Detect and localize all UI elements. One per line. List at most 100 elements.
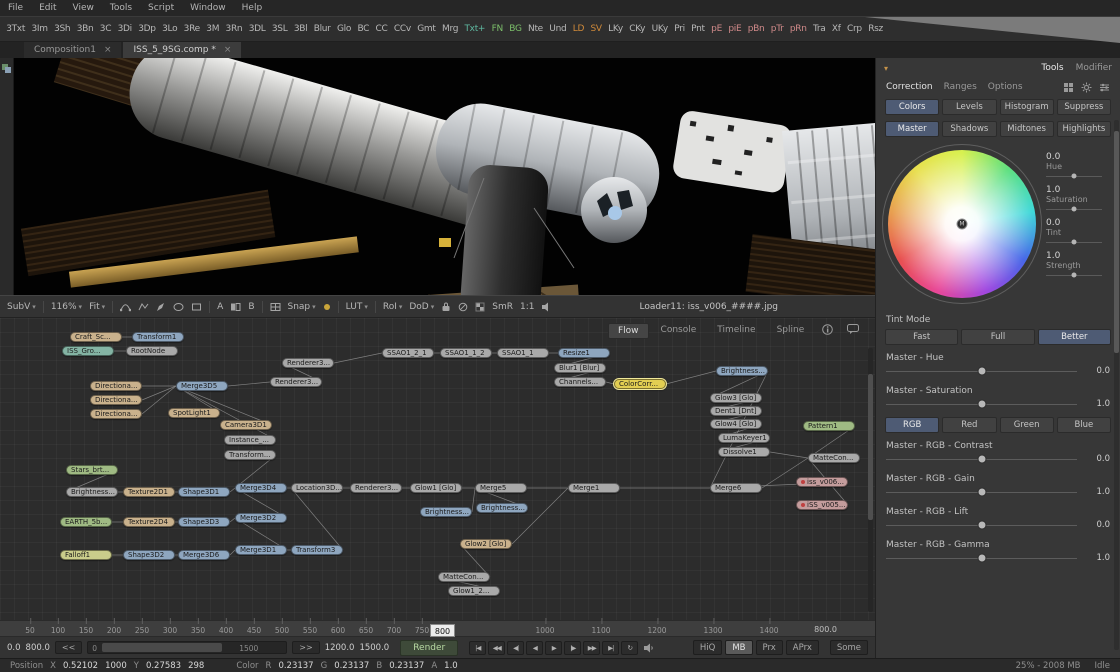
options-icon[interactable]	[1099, 82, 1110, 93]
tool-button-pie[interactable]: piE	[725, 22, 744, 36]
zoom-dropdown[interactable]: 116%▾	[51, 302, 82, 312]
flow-node[interactable]: Texture2D1	[123, 487, 175, 497]
tool-button-cky[interactable]: CKy	[626, 22, 648, 36]
tool-button-3dl[interactable]: 3DL	[246, 22, 269, 36]
flow-node[interactable]: Renderer3...	[270, 377, 322, 387]
menu-view[interactable]: View	[73, 3, 94, 13]
tool-button-mrg[interactable]: Mrg	[439, 22, 462, 36]
wheel-marker[interactable]: M	[957, 219, 968, 230]
flow-node[interactable]: MatteCon...	[808, 453, 860, 463]
menu-edit[interactable]: Edit	[39, 3, 56, 13]
flow-node[interactable]: Directiona...	[90, 409, 142, 419]
toggle-mb[interactable]: MB	[725, 640, 752, 655]
flow-node[interactable]: ColorCorr...	[614, 379, 666, 389]
smr-button[interactable]: SmR	[492, 302, 513, 312]
flow-node[interactable]: SSAO1_2_1	[382, 348, 434, 358]
mode-button-suppress[interactable]: Suppress	[1057, 99, 1111, 115]
tool-button-sv[interactable]: SV	[587, 22, 605, 36]
toggle-aprx[interactable]: APrx	[786, 640, 819, 655]
flow-node[interactable]: Glow1 [Glo]	[410, 483, 462, 493]
tool-button-ld[interactable]: LD	[570, 22, 588, 36]
render-button[interactable]: Render	[400, 640, 458, 656]
flow-node[interactable]: iss_v006...	[796, 477, 848, 487]
flow-node[interactable]: Dent1 [Dnt]	[710, 406, 762, 416]
lock-icon[interactable]	[441, 301, 451, 312]
tool-button-prn[interactable]: pRn	[787, 22, 810, 36]
slider-track[interactable]	[886, 453, 1077, 464]
tool-button-3txt[interactable]: 3Txt	[3, 22, 28, 36]
flow-node[interactable]: Location3D...	[291, 483, 343, 493]
flow-node[interactable]: SpotLight1	[168, 408, 220, 418]
tool-button-ccv[interactable]: CCv	[391, 22, 414, 36]
flow-node[interactable]: Brightness...	[716, 366, 768, 376]
tool-button-und[interactable]: Und	[546, 22, 569, 36]
flow-node[interactable]: Merge1	[568, 483, 620, 493]
fit-dropdown[interactable]: Fit▾	[89, 302, 105, 312]
tool-button-3im[interactable]: 3Im	[28, 22, 51, 36]
flow-node[interactable]: Brightness...	[420, 507, 472, 517]
flow-node[interactable]: Instance_...	[224, 435, 276, 445]
tool-button-pri[interactable]: Pri	[671, 22, 688, 36]
flow-node[interactable]: Merge3D5	[176, 381, 228, 391]
mini-slider[interactable]	[1046, 172, 1102, 179]
flow-tab-console[interactable]: Console	[652, 323, 706, 339]
flow-node[interactable]: Glow2 [Glo]	[460, 539, 512, 549]
range-button-highlights[interactable]: Highlights	[1057, 121, 1111, 137]
flow-node[interactable]: ISS_Gro...	[62, 346, 114, 356]
play-forward-button[interactable]: ▶	[545, 641, 562, 655]
slider-track[interactable]	[886, 398, 1077, 409]
flow-node[interactable]: Renderer3...	[350, 483, 402, 493]
flow-node[interactable]: Glow3 [Glo]	[710, 393, 762, 403]
tool-button-3di[interactable]: 3Di	[114, 22, 135, 36]
tool-button-3bl[interactable]: 3Bl	[291, 22, 311, 36]
tool-button-3rn[interactable]: 3Rn	[222, 22, 245, 36]
split-view-icon[interactable]	[230, 302, 241, 312]
fast-forward-button[interactable]: ▶▶	[583, 641, 600, 655]
quad-view-icon[interactable]	[270, 302, 281, 312]
close-icon[interactable]: ×	[104, 45, 112, 55]
tool-button-3dp[interactable]: 3Dp	[135, 22, 159, 36]
flow-node[interactable]: Shape3D2	[123, 550, 175, 560]
tool-button-pbn[interactable]: pBn	[745, 22, 768, 36]
flow-node[interactable]: Channels...	[554, 377, 606, 387]
range-button-midtones[interactable]: Midtones	[1000, 121, 1054, 137]
mini-slider[interactable]	[1046, 205, 1102, 212]
menu-script[interactable]: Script	[148, 3, 174, 13]
section-tab-options[interactable]: Options	[988, 82, 1023, 92]
disable-icon[interactable]	[458, 302, 468, 312]
audio-icon[interactable]	[541, 302, 553, 312]
fast-rewind-button[interactable]: ◀◀	[488, 641, 505, 655]
flow-node[interactable]: MatteCon...	[438, 572, 490, 582]
loop-button[interactable]: ↻	[621, 641, 638, 655]
range-button-shadows[interactable]: Shadows	[942, 121, 996, 137]
step-forward-button[interactable]: |▶	[564, 641, 581, 655]
flow-node[interactable]: Texture2D4	[123, 517, 175, 527]
channel-button-green[interactable]: Green	[1000, 417, 1054, 433]
flow-node[interactable]: Transform1	[132, 332, 184, 342]
section-tab-ranges[interactable]: Ranges	[944, 82, 977, 92]
collapse-chevron-icon[interactable]: ▾	[884, 64, 888, 73]
flow-node[interactable]: Merge3D2	[235, 513, 287, 523]
tool-button-bc[interactable]: BC	[354, 22, 372, 36]
tool-button-3lo[interactable]: 3Lo	[159, 22, 181, 36]
flow-node[interactable]: SSAO1_1	[497, 348, 549, 358]
panel-tab-modifier[interactable]: Modifier	[1076, 63, 1112, 73]
channel-button-red[interactable]: Red	[942, 417, 996, 433]
layers-icon[interactable]	[2, 64, 11, 73]
slider-track[interactable]	[886, 486, 1077, 497]
slider-thumb[interactable]	[977, 366, 986, 375]
flow-node[interactable]: Merge5	[475, 483, 527, 493]
tool-button-lky[interactable]: LKy	[605, 22, 626, 36]
slider-track[interactable]	[886, 552, 1077, 563]
channel-button-rgb[interactable]: RGB	[885, 417, 939, 433]
timeline-ruler[interactable]: 800 800.0 501001502002503003504004505005…	[0, 620, 875, 636]
bezier-tool-icon[interactable]	[120, 302, 131, 312]
ellipse-tool-icon[interactable]	[173, 302, 184, 312]
toggle-some[interactable]: Some	[830, 640, 868, 655]
flow-node[interactable]: Merge3D4	[235, 483, 287, 493]
menu-tools[interactable]: Tools	[110, 3, 132, 13]
panel-scrollbar[interactable]	[1114, 120, 1119, 650]
flow-node[interactable]: Merge6	[710, 483, 762, 493]
color-wheel[interactable]: M	[888, 150, 1036, 298]
toggle-prx[interactable]: Prx	[756, 640, 783, 655]
